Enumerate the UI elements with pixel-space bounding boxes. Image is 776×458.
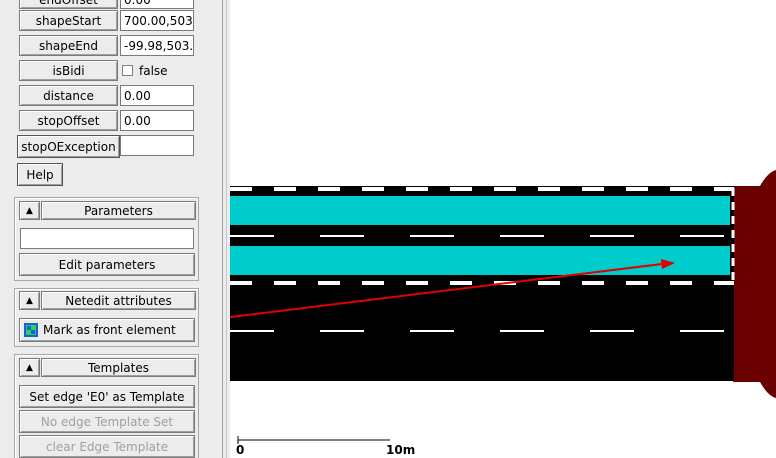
lane-lower bbox=[230, 246, 730, 275]
help-button[interactable]: Help bbox=[17, 163, 63, 186]
road-network bbox=[230, 170, 776, 444]
lane-upper bbox=[230, 196, 730, 225]
attr-endoffset-field[interactable]: 0.00 bbox=[120, 0, 194, 9]
panel-scrollbar-edge bbox=[222, 0, 223, 458]
parameters-collapse-button[interactable]: ▲ bbox=[19, 201, 40, 220]
parameters-field[interactable] bbox=[20, 228, 194, 249]
templates-collapse-button[interactable]: ▲ bbox=[19, 358, 40, 377]
panel-scrollbar-edge-inner bbox=[226, 0, 227, 458]
attr-stopoexception-button[interactable]: stopOException bbox=[17, 135, 120, 158]
mark-front-element-button[interactable]: Mark as front element bbox=[19, 318, 195, 342]
scale-label-ten: 10m bbox=[386, 443, 416, 457]
isbidi-checkbox[interactable] bbox=[122, 65, 133, 76]
clear-template-button[interactable]: clear Edge Template bbox=[19, 435, 195, 458]
templates-title: Templates bbox=[41, 358, 196, 377]
junction-shape bbox=[733, 170, 776, 398]
collapse-up-icon: ▲ bbox=[26, 295, 33, 306]
collapse-up-icon: ▲ bbox=[26, 205, 33, 216]
front-element-icon bbox=[24, 323, 38, 337]
attr-stopoffset-field[interactable]: 0.00 bbox=[120, 110, 194, 131]
attr-stopoffset-label[interactable]: stopOffset bbox=[19, 110, 118, 131]
attr-shapestart-field[interactable]: 700.00,503.20 bbox=[120, 10, 194, 31]
attribute-panel: endOffset 0.00 shapeStart 700.00,503.20 … bbox=[0, 0, 230, 458]
attr-distance-label[interactable]: distance bbox=[19, 85, 118, 106]
set-template-button[interactable]: Set edge 'E0' as Template bbox=[19, 385, 195, 408]
attr-distance-field[interactable]: 0.00 bbox=[120, 85, 194, 106]
mark-front-element-label: Mark as front element bbox=[43, 323, 176, 337]
edit-parameters-button[interactable]: Edit parameters bbox=[19, 253, 195, 276]
parameters-title: Parameters bbox=[41, 201, 196, 220]
attr-shapeend-field[interactable]: -99.98,503.20 bbox=[120, 35, 194, 56]
attr-isbidi-label[interactable]: isBidi bbox=[19, 60, 118, 81]
scale-label-zero: 0 bbox=[236, 443, 245, 457]
attr-endoffset-label[interactable]: endOffset bbox=[19, 0, 118, 9]
attr-shapeend-label[interactable]: shapeEnd bbox=[19, 35, 118, 56]
collapse-up-icon: ▲ bbox=[26, 362, 33, 373]
attr-shapestart-label[interactable]: shapeStart bbox=[19, 10, 118, 31]
network-view[interactable]: 0 10m bbox=[230, 0, 776, 458]
isbidi-value: false bbox=[139, 64, 168, 78]
netedit-title: Netedit attributes bbox=[41, 291, 196, 310]
attr-stopoexception-field[interactable] bbox=[120, 135, 194, 156]
netedit-collapse-button[interactable]: ▲ bbox=[19, 291, 40, 310]
no-template-button[interactable]: No edge Template Set bbox=[19, 410, 195, 433]
